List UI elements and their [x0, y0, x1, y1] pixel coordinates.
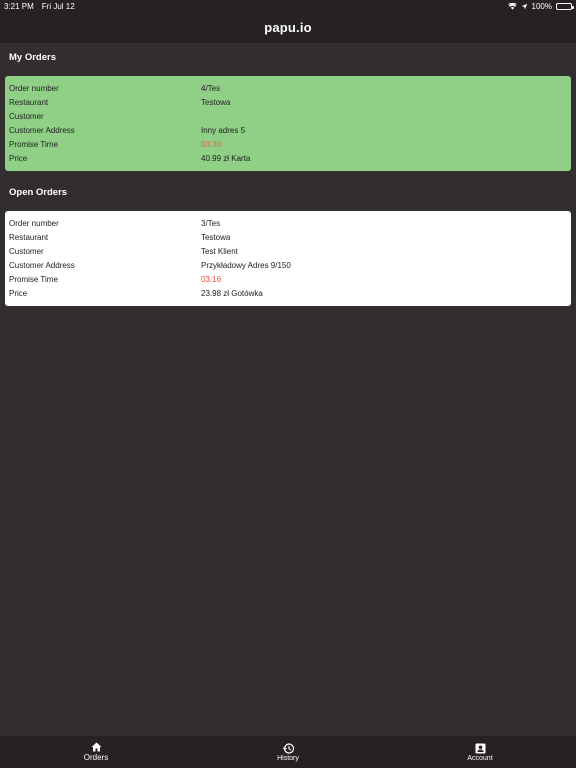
battery-percent: 100%	[531, 1, 552, 11]
order-number-label: Order number	[9, 83, 59, 93]
order-number-label: Order number	[9, 218, 59, 228]
tab-history-label: History	[277, 754, 299, 762]
restaurant-value: Testowa	[201, 97, 231, 107]
order-number-row: Order number 4/Tes	[9, 81, 567, 95]
home-icon	[91, 742, 102, 752]
location-arrow-icon	[521, 3, 528, 10]
tab-orders[interactable]: Orders	[36, 736, 156, 768]
tab-account-label: Account	[467, 754, 493, 762]
tab-history[interactable]: History	[228, 736, 348, 768]
promise-time-row: Promise Time 03:16	[9, 272, 567, 286]
promise-time-row: Promise Time 03:30	[9, 137, 567, 151]
price-row: Price 40.99 zł Karta	[9, 151, 567, 165]
tab-account[interactable]: Account	[420, 736, 540, 768]
open-orders-title: Open Orders	[9, 187, 68, 198]
restaurant-label: Restaurant	[9, 232, 49, 242]
tab-bar: Orders History Account	[0, 736, 576, 768]
open-order-card[interactable]: Order number 3/Tes Restaurant Testowa Cu…	[5, 211, 571, 306]
account-icon	[475, 743, 486, 754]
battery-icon	[556, 2, 574, 10]
order-number-value: 4/Tes	[201, 83, 221, 93]
price-row: Price 23.98 zł Gotówka	[9, 286, 567, 300]
restaurant-value: Testowa	[201, 232, 231, 242]
promise-time-value: 03:16	[201, 274, 222, 284]
customer-label: Customer	[9, 246, 44, 256]
restaurant-label: Restaurant	[9, 97, 49, 107]
customer-address-value: Inny adres 5	[201, 125, 246, 135]
customer-value: Test Klient	[201, 246, 238, 256]
price-label: Price	[9, 154, 28, 164]
my-order-card[interactable]: Order number 4/Tes Restaurant Testowa Cu…	[5, 76, 571, 171]
customer-label: Customer	[9, 111, 44, 121]
status-date: Fri Jul 12	[41, 1, 75, 11]
customer-address-row: Customer Address Przykładowy Adres 9/150	[9, 258, 567, 272]
status-time: 3:21 PM	[4, 1, 34, 11]
order-number-row: Order number 3/Tes	[9, 216, 567, 230]
restaurant-row: Restaurant Testowa	[9, 95, 567, 109]
price-value: 40.99 zł Karta	[201, 154, 251, 164]
promise-time-label: Promise Time	[9, 139, 58, 149]
my-orders-title: My Orders	[9, 52, 56, 63]
promise-time-value: 03:30	[201, 139, 222, 149]
restaurant-row: Restaurant Testowa	[9, 230, 567, 244]
price-label: Price	[9, 289, 28, 299]
customer-address-label: Customer Address	[9, 125, 75, 135]
customer-row: Customer Test Klient	[9, 244, 567, 258]
order-number-value: 3/Tes	[201, 218, 221, 228]
history-icon	[282, 742, 294, 754]
customer-address-value: Przykładowy Adres 9/150	[201, 260, 291, 270]
customer-row: Customer	[9, 109, 567, 123]
customer-address-row: Customer Address Inny adres 5	[9, 123, 567, 137]
wifi-icon	[507, 2, 517, 10]
tab-orders-label: Orders	[83, 753, 109, 762]
promise-time-label: Promise Time	[9, 274, 58, 284]
app-logo-title: papu.io	[264, 20, 312, 35]
nav-bar: papu.io	[0, 12, 576, 43]
customer-address-label: Customer Address	[9, 260, 75, 270]
price-value: 23.98 zł Gotówka	[201, 289, 263, 299]
status-bar: 3:21 PM Fri Jul 12 100%	[0, 0, 576, 12]
